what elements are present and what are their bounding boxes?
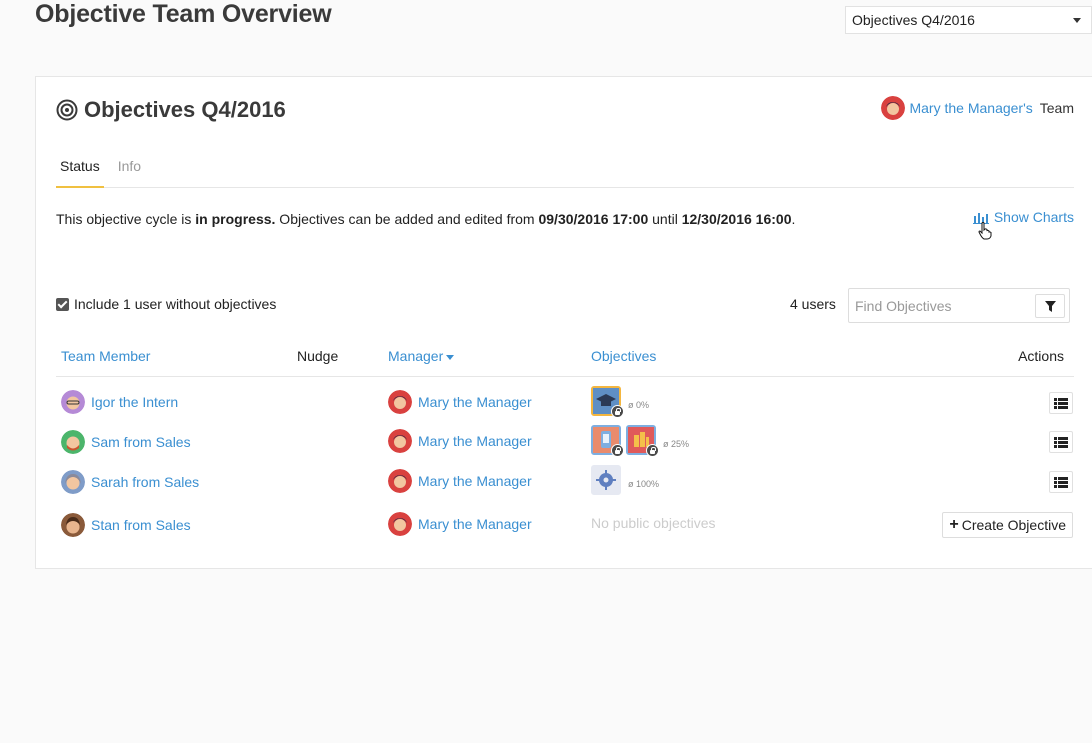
sort-down-icon <box>446 354 455 360</box>
header-objectives[interactable]: Objectives <box>591 348 656 364</box>
card-title: Objectives Q4/2016 <box>56 97 286 123</box>
team-word: Team <box>1039 100 1074 116</box>
team-owner-link[interactable]: Mary the Manager's <box>909 100 1032 116</box>
status-until: until <box>648 211 682 227</box>
objectives-cell: ø 0% <box>591 386 650 418</box>
member-link[interactable]: Igor the Intern <box>91 394 178 410</box>
cycle-select[interactable]: Objectives Q4/2016 <box>845 6 1092 34</box>
objectives-card: Objectives Q4/2016 Mary the Manager's Te… <box>35 76 1092 569</box>
manager-avatar <box>388 390 412 414</box>
manager-cell: Mary the Manager <box>388 512 532 536</box>
hand-cursor-icon <box>978 222 992 240</box>
table-row: Sarah from Sales Mary the Manager ø 100% <box>56 462 1074 502</box>
card-title-text: Objectives Q4/2016 <box>84 97 286 122</box>
header-manager[interactable]: Manager <box>388 348 455 364</box>
manager-cell: Mary the Manager <box>388 469 532 493</box>
user-avatar <box>61 390 85 414</box>
status-prefix: This objective cycle is <box>56 211 196 227</box>
actions-cell <box>1049 431 1073 453</box>
include-checkbox[interactable] <box>56 297 69 311</box>
manager-avatar <box>388 512 412 536</box>
no-objectives-text: No public objectives <box>591 515 716 531</box>
phone-icon[interactable] <box>591 425 624 457</box>
table-row: Igor the Intern Mary the Manager ø 0% <box>56 383 1074 422</box>
status-state: in progress. <box>195 211 276 227</box>
status-start-date: 09/30/2016 17:00 <box>538 211 649 227</box>
member-link[interactable]: Sam from Sales <box>91 434 191 450</box>
status-middle: Objectives can be added and edited from <box>275 211 539 227</box>
table-header: Team Member Nudge Manager Objectives Act… <box>56 343 1074 377</box>
member-link[interactable]: Stan from Sales <box>91 517 191 533</box>
tab-info[interactable]: Info <box>114 155 145 188</box>
list-action-button[interactable] <box>1049 471 1073 493</box>
create-objective-label: Create Objective <box>961 517 1066 533</box>
list-action-button[interactable] <box>1049 431 1073 453</box>
manager-avatar <box>388 469 412 493</box>
objectives-cell: No public objectives <box>591 515 716 531</box>
member-cell: Igor the Intern <box>61 390 178 414</box>
create-objective-button[interactable]: + Create Objective <box>942 512 1073 538</box>
table-row: Stan from Sales Mary the Manager No publ… <box>56 502 1074 546</box>
header-actions: Actions <box>1018 348 1064 364</box>
status-end-date: 12/30/2016 16:00 <box>681 211 792 227</box>
actions-cell: + Create Objective <box>942 512 1073 538</box>
actions-cell <box>1049 471 1073 493</box>
status-suffix: . <box>791 211 796 227</box>
objectives-cell: ø 25% <box>591 425 690 457</box>
manager-cell: Mary the Manager <box>388 429 532 453</box>
target-icon <box>56 99 78 121</box>
plus-icon: + <box>949 516 959 533</box>
cycle-select-value: Objectives Q4/2016 <box>852 12 975 28</box>
member-cell: Sam from Sales <box>61 430 191 454</box>
table-row: Sam from Sales Mary the Manager ø 25% <box>56 422 1074 462</box>
list-action-button[interactable] <box>1049 392 1073 414</box>
member-cell: Sarah from Sales <box>61 470 199 494</box>
lock-icon <box>611 444 624 457</box>
header-team-member[interactable]: Team Member <box>61 348 150 364</box>
users-count: 4 users <box>790 296 836 312</box>
gear-icon[interactable] <box>591 465 621 495</box>
header-manager-label: Manager <box>388 348 444 364</box>
manager-link[interactable]: Mary the Manager <box>418 516 532 532</box>
list-icon <box>1054 436 1068 448</box>
member-cell: Stan from Sales <box>61 513 191 537</box>
caret-down-icon <box>1073 18 1081 23</box>
manager-avatar <box>881 96 906 120</box>
user-avatar <box>61 430 85 454</box>
objectives-cell: ø 100% <box>591 465 659 495</box>
stack-icon[interactable] <box>626 425 659 457</box>
team-table: Team Member Nudge Manager Objectives Act… <box>56 343 1074 546</box>
cycle-status-text: This objective cycle is in progress. Obj… <box>56 211 795 227</box>
graduation-cap-icon[interactable] <box>591 386 624 418</box>
actions-cell <box>1049 392 1073 414</box>
show-charts-label: Show Charts <box>993 209 1074 225</box>
member-link[interactable]: Sarah from Sales <box>91 474 199 490</box>
user-avatar <box>61 513 85 537</box>
include-users-toggle[interactable]: Include 1 user without objectives <box>56 296 276 312</box>
objective-progress: ø 0% <box>628 400 650 410</box>
lock-icon <box>646 444 659 457</box>
lock-icon <box>611 405 624 418</box>
include-label: Include 1 user without objectives <box>74 296 277 312</box>
manager-link[interactable]: Mary the Manager <box>418 473 532 489</box>
manager-avatar <box>388 429 412 453</box>
manager-link[interactable]: Mary the Manager <box>418 394 532 410</box>
list-icon <box>1054 476 1068 488</box>
find-objectives-input[interactable] <box>849 297 1029 314</box>
find-objectives-box <box>848 288 1070 323</box>
filter-icon <box>1044 300 1056 312</box>
header-nudge: Nudge <box>297 348 339 364</box>
page-title: Objective Team Overview <box>35 0 332 28</box>
manager-link[interactable]: Mary the Manager <box>418 433 532 449</box>
list-icon <box>1054 397 1068 409</box>
filter-button[interactable] <box>1035 294 1065 318</box>
user-avatar <box>61 470 85 494</box>
objective-progress: ø 100% <box>628 479 660 489</box>
team-owner: Mary the Manager's Team <box>881 96 1074 120</box>
manager-cell: Mary the Manager <box>388 390 532 414</box>
tab-bar: Status Info <box>56 155 1074 188</box>
objective-progress: ø 25% <box>663 439 690 449</box>
tab-status[interactable]: Status <box>56 155 104 188</box>
